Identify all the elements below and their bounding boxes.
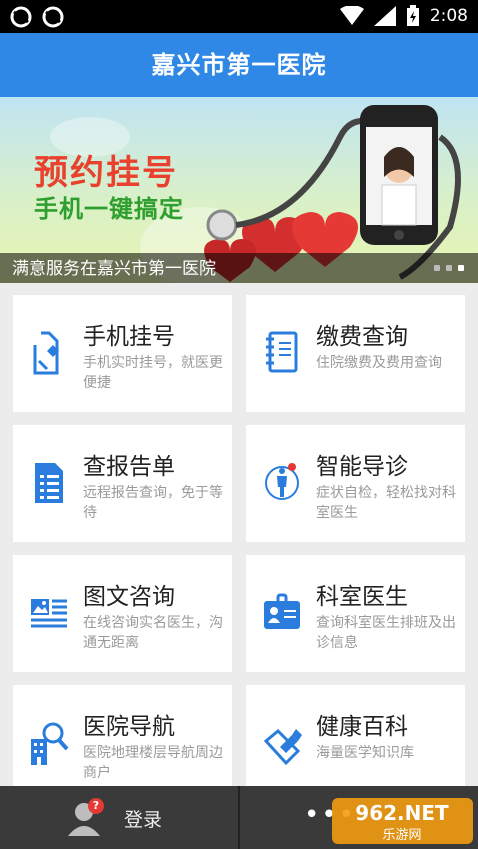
svg-text:962.NET: 962.NET [355,801,449,825]
carousel-indicator [434,265,464,271]
tile-desc: 在线咨询实名医生，沟通无距离 [83,615,223,651]
tile-desc: 手机实时挂号，就医更便捷 [83,355,223,391]
banner-headline: 预约挂号 [34,153,178,193]
sync-icon [10,6,32,28]
notebook-icon [266,331,298,373]
report-icon [35,463,63,503]
login-button[interactable]: ? 登录 [0,786,238,849]
svg-text:乐游网: 乐游网 [382,828,421,843]
menu-tile-health-wiki[interactable]: 健康百科 海量医学知识库 [246,685,465,786]
tile-desc: 医院地理楼层导航周边商户 [83,745,223,781]
menu-tile-payment-query[interactable]: 缴费查询 住院缴费及费用查询 [246,295,465,412]
tile-title: 缴费查询 [316,324,408,350]
menu-tile-department-doctor[interactable]: 科室医生 查询科室医生排班及出诊信息 [246,555,465,672]
page-title: 嘉兴市第一医院 [151,51,327,79]
banner-caption: 满意服务在嘉兴市第一医院 [12,259,216,279]
carousel-dot-active[interactable] [458,265,464,271]
menu-tile-consult[interactable]: 图文咨询 在线咨询实名医生，沟通无距离 [13,555,232,672]
app-title-bar: 嘉兴市第一医院 [0,33,478,97]
menu-tile-report[interactable]: 查报告单 远程报告查询，免于等待 [13,425,232,542]
badge-text: ? [92,799,100,812]
tile-title: 手机挂号 [83,324,175,350]
tile-desc: 住院缴费及费用查询 [316,355,442,371]
menu-tile-smart-guide[interactable]: 智能导诊 症状自检，轻松找对科室医生 [246,425,465,542]
body-guide-icon [265,463,299,500]
tile-title: 智能导诊 [316,454,408,480]
signal-icon [373,6,396,26]
banner-subline: 手机一键搞定 [34,195,184,223]
hospital-search-icon [31,722,69,765]
carousel-dot[interactable] [446,265,452,271]
banner-carousel[interactable]: 预约挂号 手机一键搞定 满意服务在嘉兴市第一医院 [0,97,478,283]
tile-title: 科室医生 [316,584,408,610]
doctor-badge-icon [264,593,300,629]
tile-title: 健康百科 [316,714,408,740]
tile-title: 查报告单 [83,454,175,480]
tile-title: 图文咨询 [83,584,175,610]
menu-tile-mobile-register[interactable]: 手机挂号 手机实时挂号，就医更便捷 [13,295,232,412]
status-time: 2:08 [429,6,468,26]
pencil-book-icon [263,728,302,766]
carousel-dot[interactable] [434,265,440,271]
phone-register-icon [33,331,59,375]
watermark-logo: 962.NET 乐游网 [332,798,473,844]
tile-desc: 海量医学知识库 [316,745,414,761]
tile-desc: 查询科室医生排班及出诊信息 [316,615,456,651]
status-bar: 2:08 [0,0,478,33]
login-label: 登录 [124,809,163,831]
wifi-icon [339,6,364,25]
battery-charging-icon [406,5,419,26]
notification-badge: ? [88,798,104,814]
menu-tile-navigation[interactable]: 医院导航 医院地理楼层导航周边商户 [13,685,232,786]
sync-icon [42,6,64,28]
tile-desc: 症状自检，轻松找对科室医生 [316,485,456,521]
tile-title: 医院导航 [83,714,175,740]
image-text-icon [31,599,67,628]
tile-desc: 远程报告查询，免于等待 [83,485,223,521]
